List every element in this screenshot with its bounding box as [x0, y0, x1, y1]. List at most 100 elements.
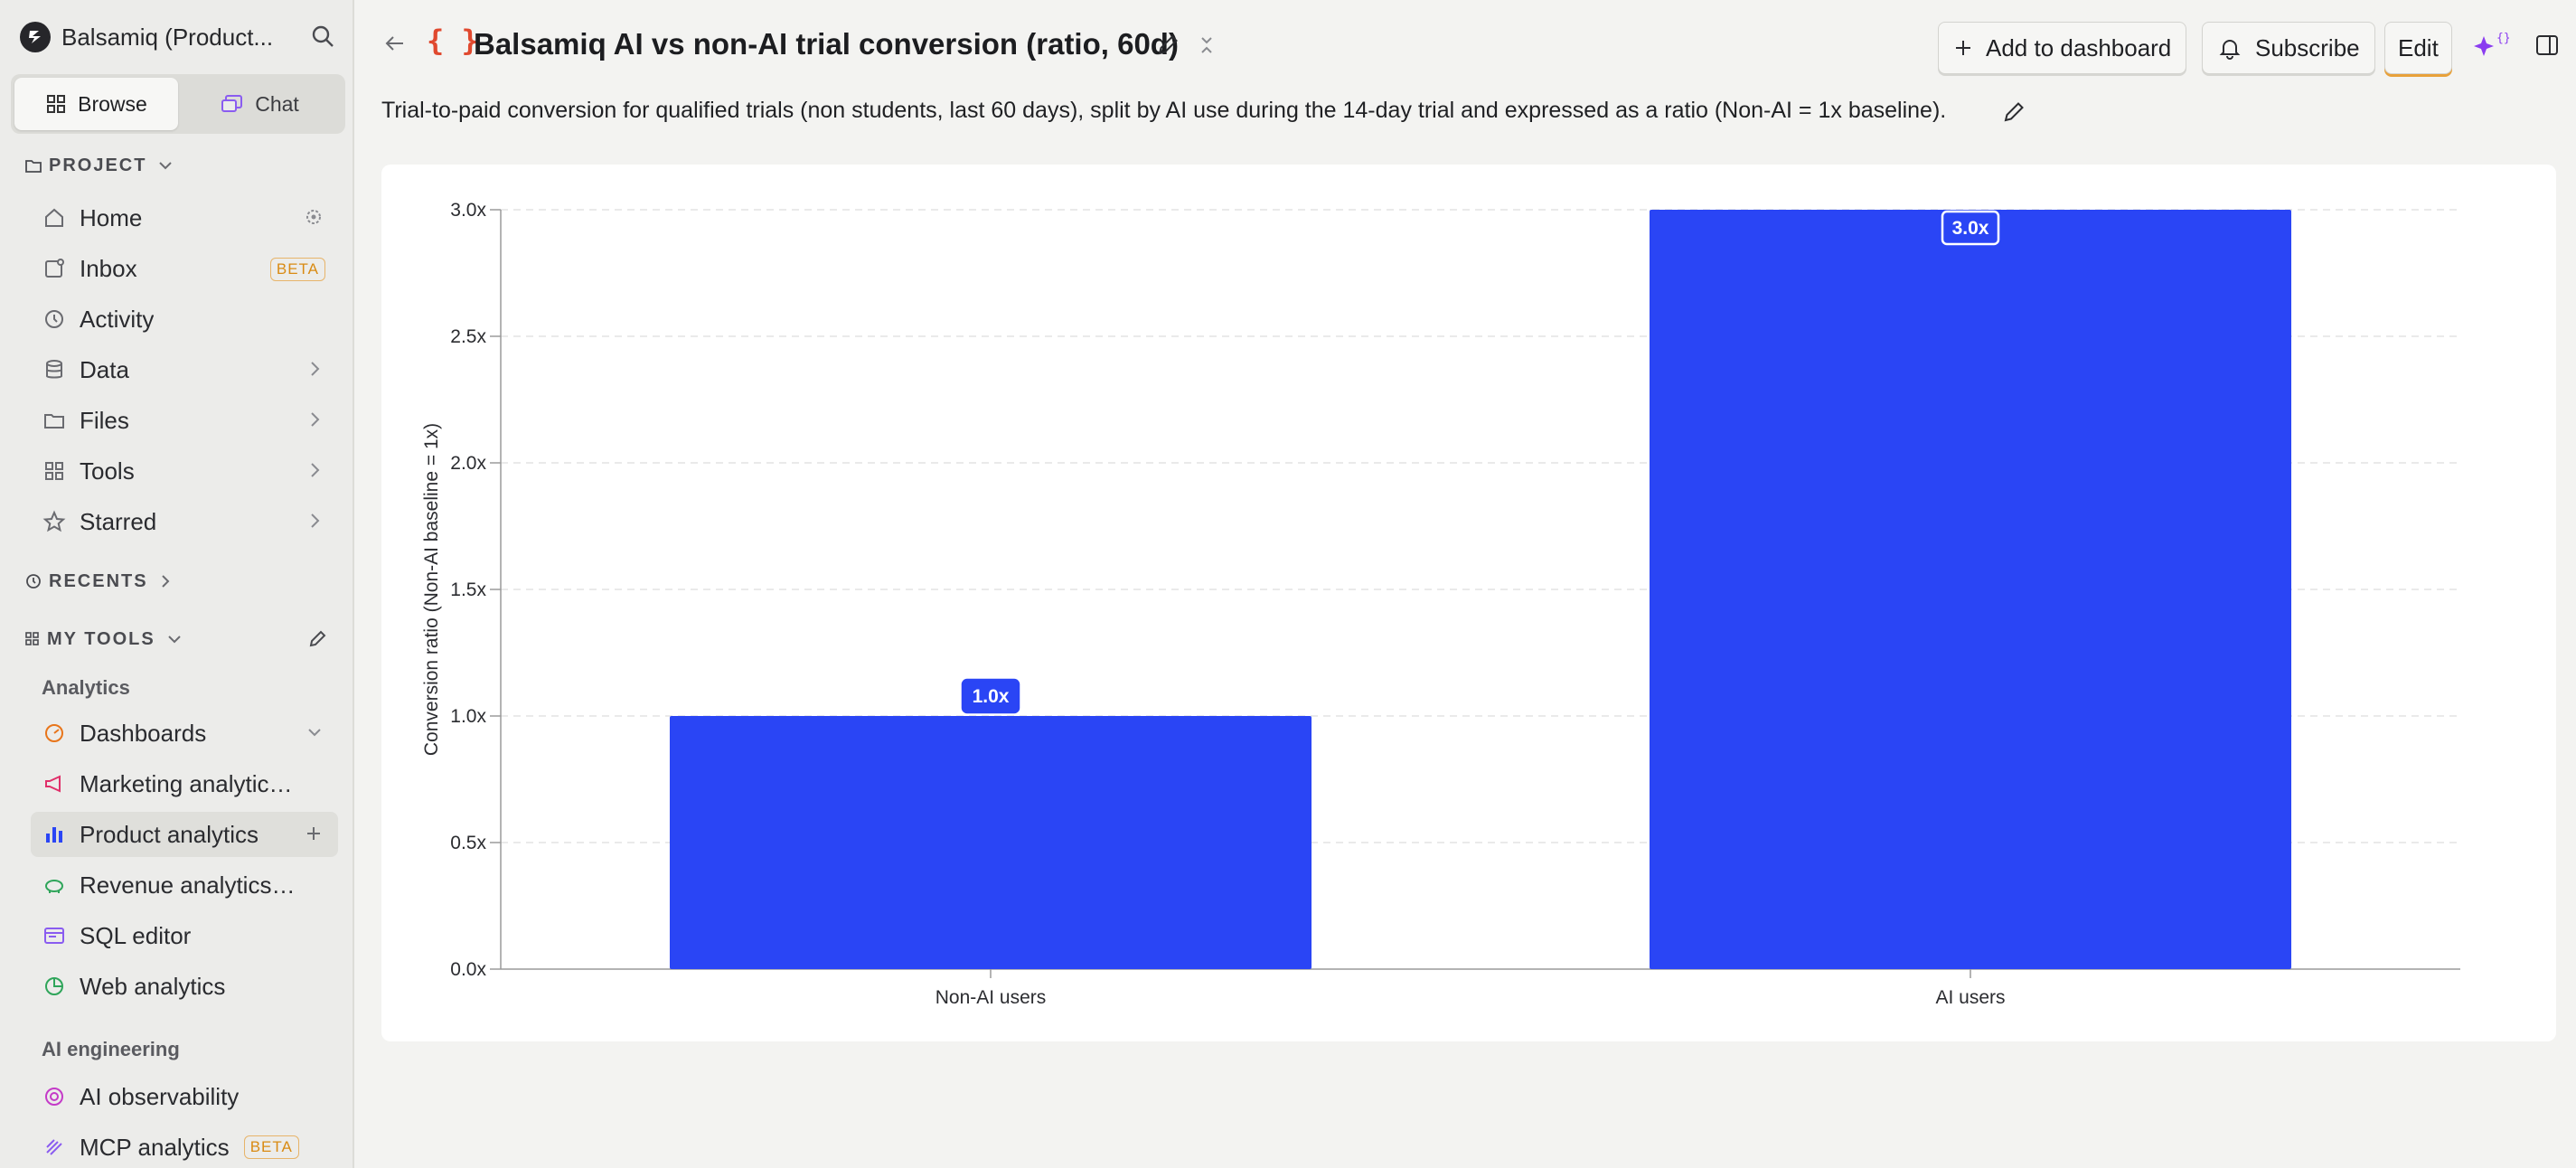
sidebar-item-label: Activity — [80, 305, 155, 333]
data-label: 3.0x — [1952, 218, 1989, 239]
edit-button[interactable]: Edit — [2384, 22, 2452, 74]
ai-sparkle-icon[interactable]: {} — [2473, 29, 2509, 61]
mcp-icon — [46, 1139, 62, 1155]
grid-small-icon — [25, 632, 39, 645]
pie-icon — [45, 977, 63, 995]
pencil-icon[interactable] — [1155, 33, 1180, 58]
project-section-toggle[interactable]: PROJECT — [25, 152, 174, 179]
sidebar-item-starred[interactable]: Starred — [31, 499, 338, 544]
collapse-icon[interactable] — [1197, 33, 1217, 58]
sidebar-item-label: Web analytics — [80, 972, 226, 1000]
sidebar-item-label: Files — [80, 406, 129, 434]
sidebar-item-label: Product analytics — [80, 820, 259, 848]
y-axis-title: Conversion ratio (Non-AI baseline = 1x) — [421, 423, 442, 756]
chat-tab-label: Chat — [255, 91, 299, 116]
add-to-dashboard-label: Add to dashboard — [1986, 33, 2172, 61]
query-type-icon: { } — [427, 24, 479, 58]
sidebar-item-data[interactable]: Data — [31, 347, 338, 392]
sidebar-item-mcp-analytics[interactable]: MCP analytics BETA — [31, 1125, 338, 1168]
browse-tab[interactable]: Browse — [14, 78, 178, 130]
sidebar-item-label: Data — [80, 355, 129, 383]
analytics-group-label: Analytics — [42, 676, 130, 699]
recents-section-toggle[interactable]: RECENTS — [25, 568, 172, 595]
inbox-icon — [45, 259, 64, 278]
chevron-down-icon — [168, 636, 181, 644]
sidebar-item-marketing-analytics[interactable]: Marketing analytics ... — [31, 761, 338, 806]
observability-icon — [45, 1088, 63, 1106]
sidebar-item-tools[interactable]: Tools — [31, 448, 338, 494]
clock-small-icon — [26, 574, 41, 589]
subscribe-label: Subscribe — [2255, 33, 2360, 61]
bar — [1649, 210, 2292, 969]
sidebar-item-inbox[interactable]: Inbox BETA — [31, 246, 338, 291]
beta-badge: BETA — [269, 258, 325, 281]
chat-tab[interactable]: Chat — [178, 78, 342, 130]
sidebar-item-label: Revenue analytics ... — [80, 871, 296, 899]
bar-chart: 0.0x 0.5x 1.0x 1.5x 2.0x 2.5x 3.0x Conversion r… — [421, 200, 2460, 1008]
org-name: Balsamiq (Product... — [61, 23, 274, 51]
sidebar-item-label: Marketing analytics ... — [80, 769, 296, 797]
y-tick-label: 0.5x — [450, 833, 486, 853]
sidebar-item-label: Starred — [80, 507, 157, 535]
add-to-dashboard-button[interactable]: Add to dashboard — [1938, 22, 2187, 74]
project-section-label: PROJECT — [49, 155, 147, 175]
sidebar: Balsamiq (Product... Browse Chat PROJECT… — [0, 0, 354, 1168]
sidebar-item-files[interactable]: Files — [31, 398, 338, 443]
back-arrow-icon[interactable] — [383, 33, 407, 54]
page-header: { } Balsamiq AI vs non-AI trial conversi… — [356, 13, 2576, 78]
org-switcher[interactable]: Balsamiq (Product... — [20, 18, 338, 56]
browse-tab-label: Browse — [78, 91, 147, 116]
recents-section-label: RECENTS — [49, 570, 148, 591]
pencil-icon[interactable] — [2001, 99, 2026, 125]
data-label: 1.0x — [973, 686, 1010, 707]
sidebar-item-label: AI observability — [80, 1082, 240, 1110]
sidebar-item-product-analytics[interactable]: Product analytics — [31, 812, 338, 857]
star-icon — [42, 510, 66, 532]
chart-card: 0.0x 0.5x 1.0x 1.5x 2.0x 2.5x 3.0x Conversion r… — [381, 165, 2556, 1041]
chevron-right-icon — [311, 513, 320, 528]
database-icon — [46, 360, 62, 379]
gear-icon[interactable] — [304, 207, 324, 227]
y-tick-label: 1.0x — [450, 706, 486, 727]
sidebar-item-label: Dashboards — [80, 719, 207, 747]
mode-switch: Browse Chat — [11, 74, 345, 134]
sidebar-item-ai-observability[interactable]: AI observability — [31, 1074, 338, 1119]
main-content: { } Balsamiq AI vs non-AI trial conversi… — [356, 0, 2576, 1168]
y-tick-label: 2.5x — [450, 326, 486, 347]
subscribe-button[interactable]: Subscribe — [2202, 22, 2375, 74]
my-tools-section-toggle[interactable]: MY TOOLS — [25, 626, 333, 653]
chevron-right-icon — [311, 412, 320, 427]
page-title: Balsamiq AI vs non-AI trial conversion (… — [474, 27, 1179, 61]
sidebar-item-revenue-analytics[interactable]: Revenue analytics ... — [31, 862, 338, 908]
dashboard-icon — [45, 724, 63, 742]
sidebar-item-label: Inbox — [80, 254, 137, 282]
folder-small-icon — [25, 160, 42, 173]
bar-chart-icon — [46, 827, 62, 843]
sidebar-item-home[interactable]: Home — [31, 195, 338, 240]
plus-icon[interactable] — [304, 824, 324, 843]
insight-description: Trial-to-paid conversion for qualified t… — [381, 98, 1947, 123]
sidebar-item-dashboards[interactable]: Dashboards — [31, 711, 338, 756]
sidebar-item-label: Tools — [80, 457, 135, 485]
sidebar-toggle-icon[interactable] — [2534, 33, 2560, 58]
grid-icon — [45, 462, 63, 480]
sidebar-item-sql-editor[interactable]: SQL editor — [31, 913, 338, 958]
plus-icon — [1956, 41, 1970, 55]
sql-icon — [44, 928, 64, 944]
chevron-right-icon — [311, 463, 320, 477]
folder-icon — [44, 414, 64, 429]
search-icon[interactable] — [309, 23, 338, 52]
beta-badge: BETA — [243, 1135, 299, 1159]
chat-icon — [221, 95, 243, 112]
chevron-down-icon — [159, 162, 173, 170]
sidebar-item-activity[interactable]: Activity — [31, 297, 338, 342]
y-tick-label: 3.0x — [450, 200, 486, 221]
edit-label: Edit — [2398, 33, 2439, 61]
pencil-icon[interactable] — [307, 629, 327, 649]
ai-engineering-group-label: AI engineering — [42, 1038, 180, 1060]
x-tick-label: Non-AI users — [935, 987, 1047, 1008]
home-icon — [45, 208, 63, 227]
sidebar-item-web-analytics[interactable]: Web analytics — [31, 964, 338, 1009]
y-tick-label: 2.0x — [450, 453, 486, 474]
bell-icon — [2219, 40, 2241, 60]
